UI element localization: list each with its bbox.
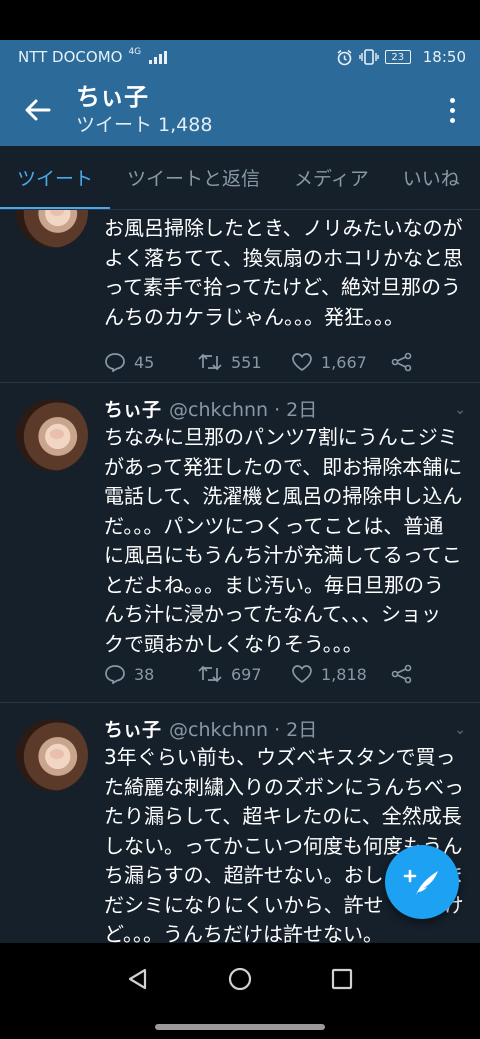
nav-back-button[interactable] — [118, 959, 158, 999]
tweet-text: ちなみに旦那のパンツ7割にうんこジミ があって発狂したので、即お掃除本舗に 電話… — [104, 425, 463, 656]
tweet-header: ちぃ子 @chkchnn · 2日 ⌄ — [104, 397, 466, 423]
signal-icon — [149, 50, 168, 64]
compose-tweet-button[interactable] — [385, 845, 459, 919]
battery-icon: 23 — [384, 50, 411, 64]
tweet-time: · 2日 — [274, 399, 318, 421]
vibrate-icon — [359, 49, 379, 65]
avatar[interactable] — [16, 399, 88, 471]
home-circle-icon — [228, 967, 252, 991]
app-bar: ちぃ子 ツイート 1,488 — [0, 74, 480, 146]
display-name[interactable]: ちぃ子 — [104, 717, 161, 743]
retweet-count: 697 — [231, 664, 262, 684]
top-bezel — [0, 0, 480, 40]
like-count: 1,818 — [321, 664, 367, 684]
retweet-count: 551 — [231, 352, 262, 372]
user-handle: @chkchnn — [169, 399, 269, 421]
tab-tweets-and-replies[interactable]: ツイートと返信 — [110, 146, 277, 209]
reply-count: 45 — [134, 352, 155, 372]
clock: 18:50 — [422, 48, 466, 66]
chevron-down-icon[interactable]: ⌄ — [454, 717, 466, 743]
share-button[interactable] — [391, 664, 413, 684]
user-handle: @chkchnn — [169, 719, 269, 741]
tweet-count: ツイート 1,488 — [76, 114, 213, 136]
profile-tabs: ツイート ツイートと返信 メディア いいね — [0, 146, 480, 210]
share-button[interactable] — [391, 352, 413, 372]
tweet-time: · 2日 — [274, 719, 318, 741]
retweet-icon — [198, 353, 222, 371]
heart-icon — [292, 665, 312, 683]
tweet[interactable]: お風呂掃除したとき、ノリみたいなのが よく落ちてて、換気扇のホコリかなと思 って… — [0, 210, 480, 383]
tab-media[interactable]: メディア — [277, 146, 386, 209]
battery-level: 23 — [391, 51, 405, 63]
tab-tweets[interactable]: ツイート — [0, 146, 111, 209]
more-options-button[interactable] — [424, 74, 480, 146]
nav-home-button[interactable] — [220, 959, 260, 999]
reply-count: 38 — [134, 664, 155, 684]
gesture-bar[interactable] — [155, 1024, 325, 1030]
alarm-icon — [337, 49, 352, 65]
tab-likes[interactable]: いいね — [386, 146, 477, 209]
tweet[interactable]: ちぃ子 @chkchnn · 2日 ⌄ ちなみに旦那のパンツ7割にうんこジミ が… — [0, 383, 480, 703]
like-button[interactable]: 1,818 — [291, 664, 391, 684]
compose-tweet-icon — [403, 869, 438, 895]
tweet-text: お風呂掃除したとき、ノリみたいなのが よく落ちてて、換気扇のホコリかなと思 って… — [104, 216, 463, 329]
network-label: 4G — [128, 47, 142, 57]
reply-button[interactable]: 45 — [104, 352, 197, 372]
profile-title: ちぃ子 — [76, 83, 148, 111]
reply-icon — [105, 353, 125, 372]
status-bar: NTT DOCOMO 4G 23 18:50 — [0, 40, 480, 74]
retweet-button[interactable]: 697 — [197, 664, 291, 684]
retweet-button[interactable]: 551 — [197, 352, 291, 372]
reply-button[interactable]: 38 — [104, 664, 197, 684]
reply-icon — [105, 665, 125, 684]
nav-recents-button[interactable] — [322, 959, 362, 999]
like-button[interactable]: 1,667 — [291, 352, 391, 372]
share-icon — [391, 664, 412, 684]
share-icon — [391, 352, 412, 372]
arrow-left-icon — [25, 99, 51, 121]
retweet-icon — [198, 665, 222, 683]
carrier-label: NTT DOCOMO — [18, 48, 123, 66]
recents-square-icon — [331, 968, 353, 990]
display-name[interactable]: ちぃ子 — [104, 397, 161, 423]
chevron-down-icon[interactable]: ⌄ — [454, 397, 466, 423]
tweet-feed[interactable]: お風呂掃除したとき、ノリみたいなのが よく落ちてて、換気扇のホコリかなと思 って… — [0, 210, 480, 943]
back-triangle-icon — [128, 968, 147, 990]
heart-icon — [292, 353, 312, 371]
back-button[interactable] — [0, 74, 76, 146]
avatar[interactable] — [16, 719, 88, 791]
like-count: 1,667 — [321, 352, 367, 372]
more-vertical-icon — [449, 97, 455, 103]
avatar[interactable] — [16, 210, 88, 248]
tweet-header: ちぃ子 @chkchnn · 2日 ⌄ — [104, 717, 466, 743]
